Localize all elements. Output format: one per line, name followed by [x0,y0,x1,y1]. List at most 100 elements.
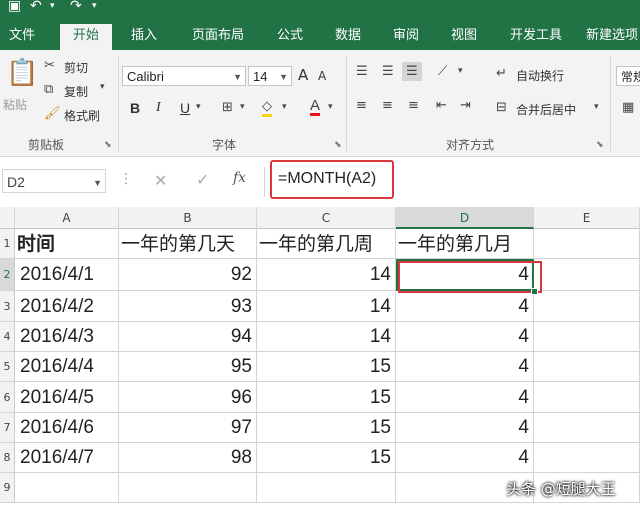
data-cell[interactable]: 15 [257,413,396,443]
underline-button[interactable]: U [180,100,190,116]
row-header[interactable]: 2 [0,259,15,291]
cancel-icon[interactable]: ✕ [154,171,167,190]
row-header[interactable]: 1 [0,229,15,259]
data-cell[interactable]: 14 [257,322,396,352]
data-cell[interactable]: 2016/4/5 [15,382,119,413]
tab-review[interactable]: 审阅 [384,24,428,50]
paste-icon[interactable]: 📋 [6,58,38,88]
cell[interactable] [534,229,640,259]
fill-color-icon[interactable]: ◇ [262,100,272,117]
select-all-corner[interactable] [0,207,15,229]
cell[interactable] [534,443,640,473]
cell[interactable] [257,473,396,503]
fill-handle[interactable] [531,288,538,295]
merge-center-icon[interactable]: ⊟ [496,100,507,115]
copy-icon[interactable]: ⧉ [44,82,53,97]
row-header[interactable]: 3 [0,291,15,322]
align-middle-icon[interactable]: ☰ [382,64,394,79]
header-cell[interactable]: 一年的第几天 [119,229,257,259]
wrap-text-icon[interactable]: ↵ [496,66,507,81]
column-header-e[interactable]: E [534,207,640,229]
tab-developer[interactable]: 开发工具 [500,24,572,50]
decrease-indent-icon[interactable]: ⇤ [436,98,447,113]
font-name-select[interactable]: Calibri ▼ [122,66,246,86]
data-cell[interactable]: 4 [396,443,534,473]
data-cell[interactable]: 95 [119,352,257,382]
enter-icon[interactable]: ✓ [196,170,209,189]
grow-font-button[interactable]: A [298,66,308,84]
tab-view[interactable]: 视图 [442,24,486,50]
data-cell[interactable]: 14 [257,259,396,291]
merge-dropdown-icon[interactable]: ▾ [594,102,599,112]
orientation-icon[interactable]: ⟋ [438,64,447,79]
data-cell[interactable]: 4 [396,413,534,443]
tab-page-layout[interactable]: 页面布局 [180,24,256,50]
cell[interactable] [534,259,640,291]
borders-icon[interactable]: ⊞ [222,100,233,115]
undo-dropdown-icon[interactable]: ▾ [50,0,55,12]
data-cell[interactable]: 94 [119,322,257,352]
alignment-launcher-icon[interactable]: ⬊ [596,140,604,150]
row-header[interactable]: 7 [0,413,15,443]
font-size-select[interactable]: 14 ▼ [248,66,292,86]
cell[interactable] [534,291,640,322]
tab-home[interactable]: 开始 [60,24,112,51]
row-header[interactable]: 6 [0,382,15,413]
orientation-dropdown-icon[interactable]: ▾ [458,66,463,76]
number-format-select[interactable]: 常规 [616,66,640,86]
data-cell[interactable]: 14 [257,291,396,322]
redo-icon[interactable]: ↷ [70,0,82,13]
borders-dropdown-icon[interactable]: ▾ [240,102,245,112]
data-cell[interactable]: 2016/4/2 [15,291,119,322]
align-left-icon[interactable]: ≡ [356,98,367,113]
align-bottom-icon[interactable]: ☰ [402,62,422,81]
formula-input[interactable]: =MONTH(A2) [278,170,376,188]
font-color-dropdown-icon[interactable]: ▾ [328,102,333,112]
header-cell[interactable]: 时间 [15,229,119,259]
shrink-font-button[interactable]: A [318,69,326,83]
cell[interactable] [15,473,119,503]
row-header[interactable]: 5 [0,352,15,382]
data-cell[interactable]: 2016/4/6 [15,413,119,443]
data-cell[interactable]: 2016/4/4 [15,352,119,382]
row-header[interactable]: 4 [0,322,15,352]
cell[interactable] [534,413,640,443]
fill-color-dropdown-icon[interactable]: ▾ [282,102,287,112]
merge-center-button[interactable]: 合并后居中 [516,101,576,118]
font-launcher-icon[interactable]: ⬊ [334,140,342,150]
paste-button[interactable]: 粘贴 [3,96,27,113]
column-header-d[interactable]: D [396,207,534,229]
data-cell[interactable]: 92 [119,259,257,291]
column-header-a[interactable]: A [15,207,119,229]
scissors-icon[interactable]: ✂ [44,58,55,73]
align-top-icon[interactable]: ☰ [356,64,368,79]
cell[interactable] [534,322,640,352]
underline-dropdown-icon[interactable]: ▾ [196,102,201,112]
data-cell[interactable]: 15 [257,352,396,382]
data-cell[interactable]: 93 [119,291,257,322]
align-right-icon[interactable]: ≡ [408,98,419,113]
copy-dropdown-icon[interactable]: ▾ [100,82,105,92]
header-cell[interactable]: 一年的第几周 [257,229,396,259]
data-cell[interactable]: 98 [119,443,257,473]
row-header[interactable]: 9 [0,473,15,503]
wrap-text-button[interactable]: 自动换行 [516,67,564,84]
data-cell[interactable]: 2016/4/1 [15,259,119,291]
clipboard-launcher-icon[interactable]: ⬊ [104,140,112,150]
cut-button[interactable]: 剪切 [64,59,88,76]
copy-button[interactable]: 复制 [64,83,88,100]
undo-icon[interactable]: ↶ [30,0,42,13]
tab-formulas[interactable]: 公式 [268,24,312,50]
data-cell[interactable]: 15 [257,382,396,413]
data-cell[interactable]: 2016/4/7 [15,443,119,473]
bold-button[interactable]: B [130,100,140,116]
tab-file[interactable]: 文件 [0,24,44,50]
tab-new-options[interactable]: 新建选项 [586,24,640,50]
customize-toolbar-icon[interactable]: ▾ [92,0,97,12]
data-cell[interactable]: 4 [396,352,534,382]
italic-button[interactable]: I [156,100,161,116]
cell[interactable] [119,473,257,503]
column-header-b[interactable]: B [119,207,257,229]
row-header[interactable]: 8 [0,443,15,473]
data-cell[interactable]: 4 [396,291,534,322]
